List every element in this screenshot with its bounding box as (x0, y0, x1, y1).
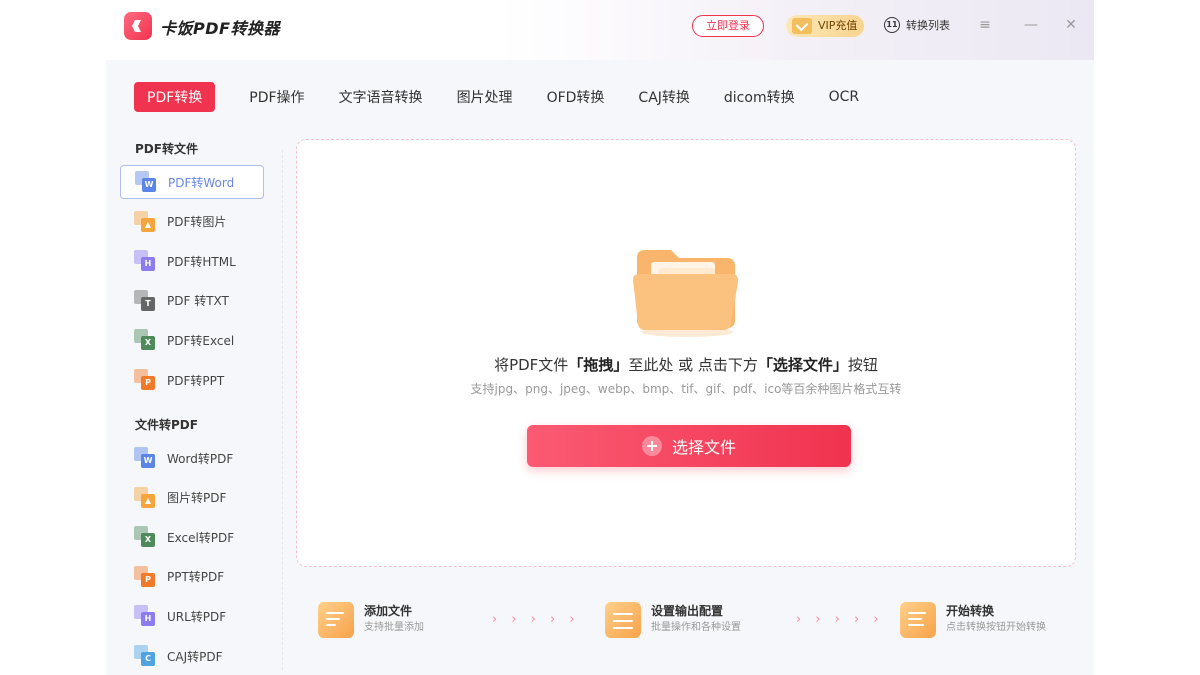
menu-icon[interactable]: ≡ (976, 16, 994, 34)
image-icon: ▲ (134, 210, 156, 233)
convert-list-label: 转换列表 (906, 19, 950, 32)
choose-file-label: 选择文件 (671, 438, 736, 457)
step-title: 设置输出配置 (651, 604, 724, 618)
app-title: 卡饭PDF转换器 (160, 19, 280, 38)
word-icon: W (135, 171, 157, 193)
sidebar-item-label: Excel转PDF (167, 530, 235, 545)
step-title: 添加文件 (364, 604, 413, 618)
tab-caj[interactable]: CAJ转换 (638, 82, 689, 112)
sidebar-item-excel[interactable]: X PDF转Excel (120, 323, 264, 357)
step-start-convert: 开始转换 点击转换按钮开始转换 (900, 602, 1046, 638)
excel-icon: X (134, 329, 156, 351)
sidebar: PDF转文件 W PDF转Word ▲ PDF转图片 H PDF转HTML T PDF 转TX… (106, 130, 284, 675)
sidebar-item-url[interactable]: H URL转PDF (120, 599, 264, 633)
sidebar-item-label: PDF转PPT (167, 373, 225, 388)
sidebar-item-txt[interactable]: T PDF 转TXT (120, 284, 264, 318)
tab-pdf-convert[interactable]: PDF转换 (134, 82, 216, 112)
tab-pdf-operate[interactable]: PDF操作 (249, 82, 304, 112)
start-convert-icon (900, 602, 936, 638)
step-arrows: › › › › › (492, 612, 580, 627)
sidebar-item-image[interactable]: ▲ PDF转图片 (120, 205, 264, 239)
sidebar-item-label: 图片转PDF (167, 491, 227, 506)
caj-icon: C (134, 645, 156, 667)
vip-recharge-button[interactable]: VIP充值 (786, 15, 864, 37)
step-subtitle: 支持批量添加 (364, 622, 424, 633)
excel-icon: X (134, 526, 156, 548)
sidebar-item-label: PPT转PDF (167, 570, 225, 585)
sidebar-item-html[interactable]: H PDF转HTML (120, 244, 264, 278)
ppt-icon: P (134, 369, 156, 391)
tab-dicom[interactable]: dicom转换 (724, 82, 795, 112)
step-output-settings: 设置输出配置 批量操作和各种设置 (605, 602, 741, 638)
sidebar-divider (282, 150, 283, 670)
login-button[interactable]: 立即登录 (692, 15, 764, 37)
folder-icon (633, 250, 739, 337)
minimize-icon[interactable]: — (1022, 16, 1040, 34)
step-arrows: › › › › › (796, 612, 884, 627)
step-subtitle: 点击转换按钮开始转换 (946, 622, 1046, 633)
word-icon: W (134, 447, 156, 469)
step-add-file: 添加文件 支持批量添加 (318, 602, 424, 638)
history-icon: 11 (884, 17, 900, 33)
url-icon: H (134, 605, 156, 627)
txt-icon: T (134, 289, 156, 312)
sidebar-item-label: PDF转HTML (167, 254, 236, 269)
sidebar-item-caj[interactable]: C CAJ转PDF (120, 639, 264, 673)
step-title: 开始转换 (946, 604, 995, 618)
tab-ocr[interactable]: OCR (829, 84, 860, 110)
sidebar-item-label: Word转PDF (167, 451, 234, 466)
ppt-icon: P (134, 565, 156, 588)
sidebar-item-label: CAJ转PDF (167, 649, 223, 664)
sidebar-item-word[interactable]: W Word转PDF (120, 441, 264, 475)
plus-icon (641, 436, 662, 456)
add-file-icon (318, 602, 354, 638)
tab-ofd[interactable]: OFD转换 (547, 82, 605, 112)
title-bar: 卡饭PDF转换器 立即登录 VIP充值 11 转换列表 ≡ — ✕ (106, 0, 1094, 60)
tab-text-voice[interactable]: 文字语音转换 (339, 82, 423, 112)
close-icon[interactable]: ✕ (1062, 16, 1080, 34)
sidebar-group-pdf-to-file: PDF转文件 (135, 142, 198, 156)
sidebar-item-label: URL转PDF (167, 609, 227, 624)
sidebar-item-label: PDF转Word (168, 175, 235, 190)
step-subtitle: 批量操作和各种设置 (651, 622, 741, 633)
settings-sliders-icon (605, 602, 641, 638)
sidebar-item-excel[interactable]: X Excel转PDF (120, 520, 264, 554)
sidebar-group-file-to-pdf: 文件转PDF (135, 418, 198, 432)
sidebar-item-ppt[interactable]: P PDF转PPT (120, 363, 264, 397)
vip-label: VIP充值 (818, 19, 858, 32)
sidebar-item-ppt[interactable]: P PPT转PDF (120, 560, 264, 594)
choose-file-button[interactable]: 选择文件 (527, 425, 851, 467)
sidebar-item-label: PDF 转TXT (167, 294, 229, 309)
sidebar-item-word[interactable]: W PDF转Word (120, 165, 264, 199)
app-logo-icon (124, 12, 152, 40)
drop-instruction: 将PDF文件「拖拽」至此处 或 点击下方「选择文件」按钮 (494, 356, 878, 374)
html-icon: H (134, 250, 156, 272)
sidebar-item-label: PDF转图片 (167, 215, 227, 230)
sidebar-item-label: PDF转Excel (167, 333, 235, 348)
vip-badge-icon (792, 18, 812, 34)
convert-list-button[interactable]: 11 转换列表 (884, 17, 950, 33)
sidebar-item-image[interactable]: ▲ 图片转PDF (120, 481, 264, 515)
image-icon: ▲ (134, 486, 156, 509)
main-tabs: PDF转换 PDF操作 文字语音转换 图片处理 OFD转换 CAJ转换 dico… (134, 82, 893, 112)
file-drop-zone[interactable]: 将PDF文件「拖拽」至此处 或 点击下方「选择文件」按钮 支持jpg、png、j… (296, 139, 1076, 567)
app-window: 卡饭PDF转换器 立即登录 VIP充值 11 转换列表 ≡ — ✕ PDF转换 … (106, 0, 1094, 675)
supported-formats-hint: 支持jpg、png、jpeg、webp、bmp、tif、gif、pdf、ico等… (470, 382, 902, 396)
tab-image-process[interactable]: 图片处理 (457, 82, 513, 112)
